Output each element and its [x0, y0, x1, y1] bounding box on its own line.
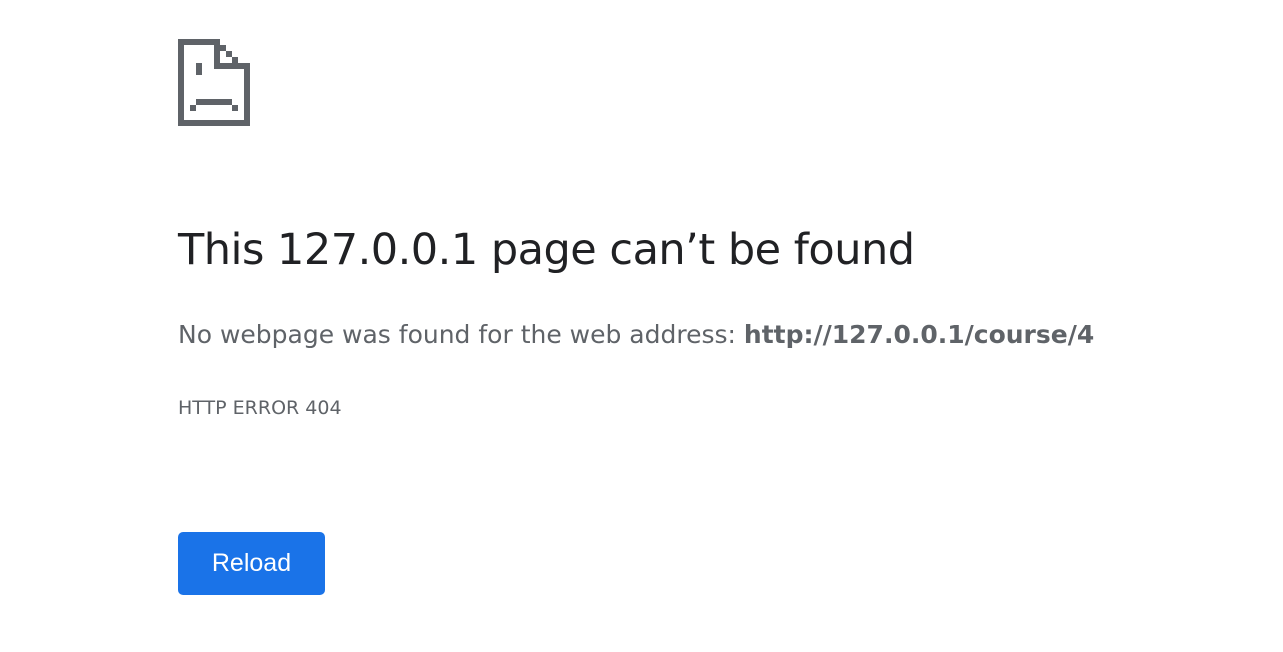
summary-text: No webpage was found for the web address… [178, 320, 744, 349]
page-title: This 127.0.0.1 page can’t be found [178, 225, 915, 275]
error-page: This 127.0.0.1 page can’t be found No we… [0, 0, 1283, 652]
requested-url: http://127.0.0.1/course/4 [743, 320, 1095, 349]
error-code: HTTP ERROR 404 [178, 397, 342, 419]
sad-document-icon [178, 39, 250, 126]
reload-button[interactable]: Reload [178, 532, 325, 595]
error-summary: No webpage was found for the web address… [178, 318, 1094, 352]
